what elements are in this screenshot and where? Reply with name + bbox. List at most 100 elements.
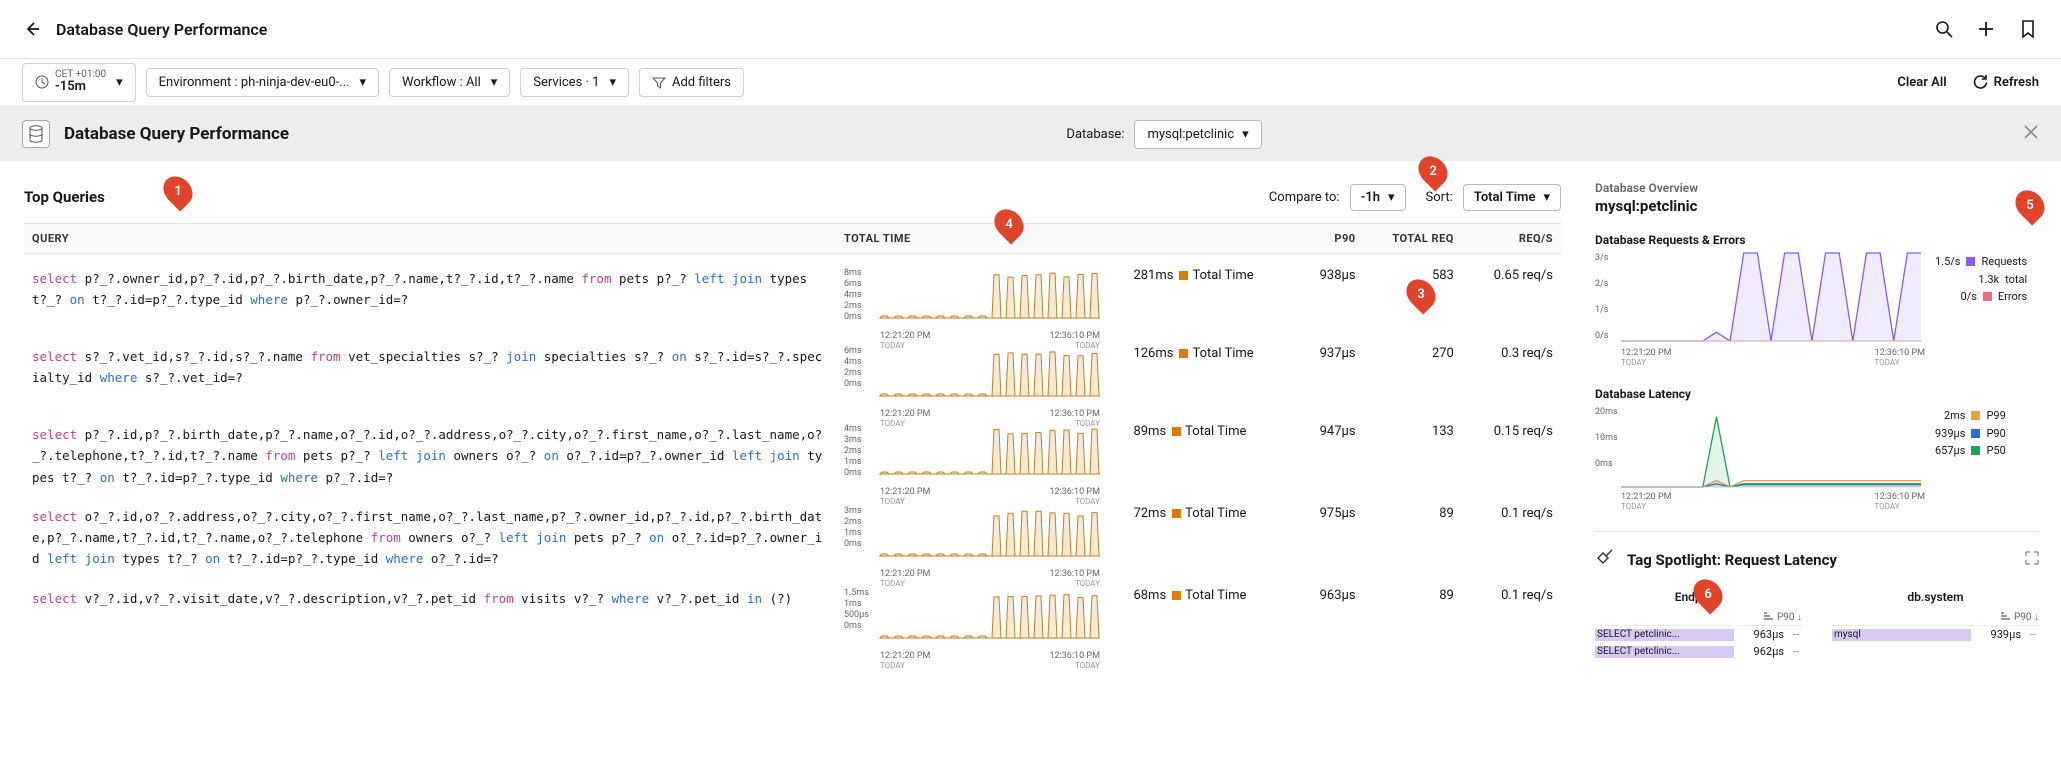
environment-filter[interactable]: Environment : ph-ninja-dev-eu0-... ▾ <box>146 68 379 97</box>
query-row[interactable]: select v?_?.id,v?_?.visit_date,v?_?.desc… <box>24 574 1561 652</box>
search-icon[interactable] <box>1933 18 1955 40</box>
close-button[interactable] <box>2023 124 2039 144</box>
panel-title: Database Query Performance <box>64 124 289 144</box>
spotlight-column: db.system P90 ↓mysql939µs-- <box>1832 590 2039 660</box>
query-row[interactable]: select p?_?.id,p?_?.birth_date,p?_?.name… <box>24 410 1561 492</box>
compare-select[interactable]: -1h ▾ <box>1350 184 1406 211</box>
total-time-value: 126msTotal Time <box>1133 346 1253 361</box>
expand-icon[interactable] <box>2025 551 2039 569</box>
latency-chart: Database Latency 20ms10ms0ms 12:21:20 PM… <box>1595 387 2039 507</box>
sparkline[interactable]: 1.5ms1ms500µs0ms12:21:20 PMTODAY12:36:10… <box>844 588 1104 648</box>
p90-value: 975µs <box>1275 492 1364 574</box>
query-row[interactable]: select o?_?.id,o?_?.address,o?_?.city,o?… <box>24 492 1561 574</box>
workflow-filter[interactable]: Workflow : All ▾ <box>389 68 510 97</box>
total-req-value: 89 <box>1364 492 1462 574</box>
callout-marker-3: 3 <box>1400 273 1441 314</box>
p90-value: 938µs <box>1275 254 1364 333</box>
sort-value: Total Time <box>1474 190 1536 205</box>
services-filter-label: Services · 1 <box>533 75 599 90</box>
query-text: select s?_?.vet_id,s?_?.id,s?_?.name fro… <box>32 346 828 389</box>
sort-icon[interactable] <box>1764 612 1773 621</box>
main-content: Top Queries 1 Compare to: -1h ▾ 2 Sort: … <box>0 161 2061 660</box>
environment-filter-label: Environment : ph-ninja-dev-eu0-... <box>159 75 350 90</box>
workflow-filter-label: Workflow : All <box>402 75 481 90</box>
services-filter[interactable]: Services · 1 ▾ <box>520 68 629 97</box>
requests-errors-legend: 1.5/sRequests1.3ktotal0/sErrors <box>1935 253 2027 363</box>
p90-value: 963µs <box>1275 574 1364 652</box>
add-filters-label: Add filters <box>672 75 731 90</box>
reqs-value: 0.15 req/s <box>1462 410 1561 492</box>
filter-icon <box>652 76 666 90</box>
total-req-value: 89 <box>1364 574 1462 652</box>
latency-title: Database Latency <box>1595 387 2039 401</box>
chevron-down-icon: ▾ <box>1388 190 1395 205</box>
database-icon <box>22 120 50 148</box>
total-req-value: 5833 <box>1364 254 1462 333</box>
sort-icon[interactable] <box>2001 612 2010 621</box>
total-time-value: 89msTotal Time <box>1133 424 1246 439</box>
refresh-icon <box>1973 75 1988 90</box>
overview-title: Database Overview <box>1595 181 2039 195</box>
compare-label: Compare to: <box>1269 190 1340 205</box>
time-range-value: -15m <box>55 80 106 94</box>
query-row[interactable]: select s?_?.vet_id,s?_?.id,s?_?.name fro… <box>24 332 1561 410</box>
chevron-down-icon: ▾ <box>609 75 616 90</box>
database-select-value: mysql:petclinic <box>1147 127 1234 142</box>
sparkline[interactable]: 3ms2ms1ms0ms12:21:20 PMTODAY12:36:10 PMT… <box>844 506 1104 566</box>
p90-value: 947µs <box>1275 410 1364 492</box>
queries-table: QUERY TOTAL TIME 4 P90 TOTAL REQ REQ/S s… <box>24 223 1561 652</box>
reqs-value: 0.3 req/s <box>1462 332 1561 410</box>
back-button[interactable] <box>22 19 42 39</box>
top-bar: Database Query Performance <box>0 0 2061 59</box>
total-time-value: 72msTotal Time <box>1133 506 1246 521</box>
chevron-down-icon: ▾ <box>116 75 123 90</box>
latency-legend: 2msP99939µsP90657µsP50 <box>1935 407 2006 507</box>
reqs-value: 0.1 req/s <box>1462 574 1561 652</box>
requests-errors-plot[interactable] <box>1621 253 1921 353</box>
chevron-down-icon: ▾ <box>360 75 367 90</box>
add-icon[interactable] <box>1975 18 1997 40</box>
total-req-value: 270 <box>1364 332 1462 410</box>
requests-errors-title: Database Requests & Errors <box>1595 233 2039 247</box>
requests-errors-chart: Database Requests & Errors 3/s2/s1/s0/s … <box>1595 233 2039 363</box>
col-reqs[interactable]: REQ/S <box>1462 224 1561 254</box>
spotlight-col-title: db.system <box>1832 590 2039 604</box>
spotlight-row[interactable]: mysql939µs-- <box>1832 626 2039 643</box>
latency-plot[interactable] <box>1621 407 1921 495</box>
spotlight-title: Tag Spotlight: Request Latency <box>1627 551 1837 569</box>
page-title: Database Query Performance <box>56 20 267 39</box>
col-total-time[interactable]: TOTAL TIME 4 <box>836 224 1126 254</box>
sparkline[interactable]: 8ms6ms4ms2ms0ms12:21:20 PMTODAY12:36:10 … <box>844 268 1104 328</box>
panel-header: Database Query Performance Database: mys… <box>0 107 2061 161</box>
overview-pane: 5 Database Overview mysql:petclinic Data… <box>1581 161 2061 660</box>
query-row[interactable]: select p?_?.owner_id,p?_?.id,p?_?.birth_… <box>24 254 1561 333</box>
col-query[interactable]: QUERY <box>24 224 836 254</box>
chevron-down-icon: ▾ <box>1242 127 1249 142</box>
total-req-value: 133 <box>1364 410 1462 492</box>
top-queries-title: Top Queries <box>24 188 105 206</box>
total-time-value: 68msTotal Time <box>1133 588 1246 603</box>
refresh-button[interactable]: Refresh <box>1973 75 2039 90</box>
bookmark-icon[interactable] <box>2017 18 2039 40</box>
reqs-value: 0.65 req/s <box>1462 254 1561 333</box>
sort-select[interactable]: Total Time ▾ <box>1463 184 1561 211</box>
col-p90[interactable]: P90 <box>1275 224 1364 254</box>
top-queries-pane: Top Queries 1 Compare to: -1h ▾ 2 Sort: … <box>0 161 1581 660</box>
col-total-req[interactable]: TOTAL REQ <box>1364 224 1462 254</box>
query-text: select v?_?.id,v?_?.visit_date,v?_?.desc… <box>32 588 828 609</box>
spotlight-row[interactable]: SELECT petclinic...963µs-- <box>1595 626 1802 643</box>
sparkline[interactable]: 6ms4ms2ms0ms12:21:20 PMTODAY12:36:10 PMT… <box>844 346 1104 406</box>
p90-value: 937µs <box>1275 332 1364 410</box>
time-range-picker[interactable]: CET +01:00 -15m ▾ <box>22 63 136 101</box>
add-filters-button[interactable]: Add filters <box>639 68 744 97</box>
spotlight-row[interactable]: SELECT petclinic...962µs-- <box>1595 643 1802 660</box>
col-total-time-value[interactable] <box>1125 224 1275 254</box>
total-time-value: 281msTotal Time <box>1133 268 1253 283</box>
query-text: select p?_?.id,p?_?.birth_date,p?_?.name… <box>32 424 828 488</box>
database-select[interactable]: mysql:petclinic ▾ <box>1134 120 1261 149</box>
query-text: select o?_?.id,o?_?.address,o?_?.city,o?… <box>32 506 828 570</box>
clock-icon <box>35 75 49 89</box>
sparkline[interactable]: 4ms3ms2ms1ms0ms12:21:20 PMTODAY12:36:10 … <box>844 424 1104 484</box>
clear-all-button[interactable]: Clear All <box>1897 75 1946 90</box>
tag-spotlight: Tag Spotlight: Request Latency 6 Endpoin… <box>1595 531 2039 660</box>
